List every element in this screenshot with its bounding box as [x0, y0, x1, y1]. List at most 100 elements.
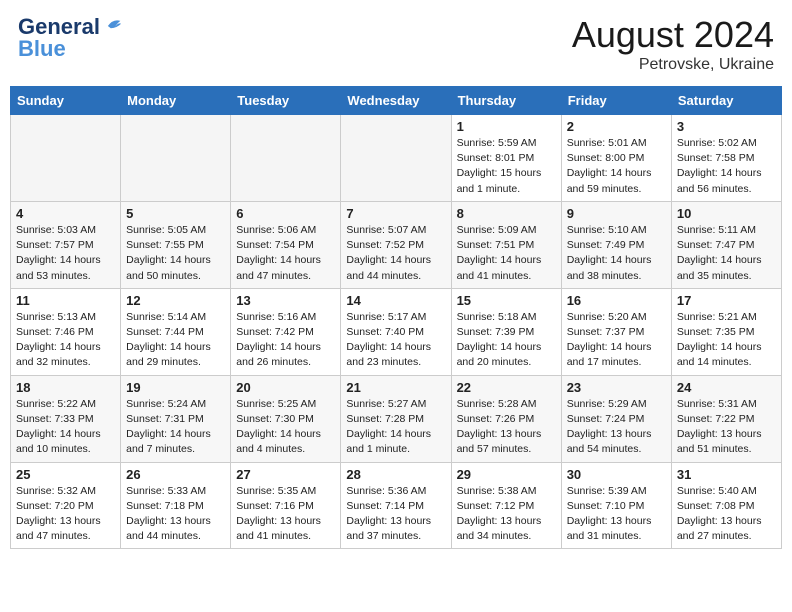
day-info: Sunrise: 5:59 AMSunset: 8:01 PMDaylight:… — [457, 136, 556, 197]
sunrise-text: Sunrise: 5:32 AM — [16, 485, 96, 497]
day-number: 30 — [567, 467, 666, 482]
day-number: 13 — [236, 293, 335, 308]
day-info: Sunrise: 5:38 AMSunset: 7:12 PMDaylight:… — [457, 484, 556, 545]
table-row: 18Sunrise: 5:22 AMSunset: 7:33 PMDayligh… — [11, 375, 121, 462]
sunset-text: Sunset: 7:08 PM — [677, 500, 755, 512]
day-info: Sunrise: 5:35 AMSunset: 7:16 PMDaylight:… — [236, 484, 335, 545]
day-number: 16 — [567, 293, 666, 308]
day-info: Sunrise: 5:27 AMSunset: 7:28 PMDaylight:… — [346, 397, 445, 458]
day-info: Sunrise: 5:06 AMSunset: 7:54 PMDaylight:… — [236, 223, 335, 284]
daylight-text: Daylight: 14 hours and 56 minutes. — [677, 167, 762, 194]
day-number: 4 — [16, 206, 115, 221]
day-info: Sunrise: 5:40 AMSunset: 7:08 PMDaylight:… — [677, 484, 776, 545]
page-header: General Blue August 2024 Petrovske, Ukra… — [10, 10, 782, 78]
sunset-text: Sunset: 7:39 PM — [457, 326, 535, 338]
daylight-text: Daylight: 14 hours and 17 minutes. — [567, 341, 652, 368]
sunset-text: Sunset: 7:49 PM — [567, 239, 645, 251]
day-number: 29 — [457, 467, 556, 482]
sunset-text: Sunset: 7:46 PM — [16, 326, 94, 338]
table-row — [231, 115, 341, 202]
sunset-text: Sunset: 7:55 PM — [126, 239, 204, 251]
table-row: 24Sunrise: 5:31 AMSunset: 7:22 PMDayligh… — [671, 375, 781, 462]
day-number: 1 — [457, 119, 556, 134]
table-row: 28Sunrise: 5:36 AMSunset: 7:14 PMDayligh… — [341, 462, 451, 549]
calendar-week-row: 11Sunrise: 5:13 AMSunset: 7:46 PMDayligh… — [11, 288, 782, 375]
day-info: Sunrise: 5:32 AMSunset: 7:20 PMDaylight:… — [16, 484, 115, 545]
day-info: Sunrise: 5:28 AMSunset: 7:26 PMDaylight:… — [457, 397, 556, 458]
day-number: 17 — [677, 293, 776, 308]
day-number: 5 — [126, 206, 225, 221]
table-row: 7Sunrise: 5:07 AMSunset: 7:52 PMDaylight… — [341, 201, 451, 288]
sunset-text: Sunset: 7:42 PM — [236, 326, 314, 338]
daylight-text: Daylight: 13 hours and 44 minutes. — [126, 515, 211, 542]
calendar-week-row: 18Sunrise: 5:22 AMSunset: 7:33 PMDayligh… — [11, 375, 782, 462]
sunrise-text: Sunrise: 5:38 AM — [457, 485, 537, 497]
sunset-text: Sunset: 7:30 PM — [236, 413, 314, 425]
table-row: 1 Sunrise: 5:59 AMSunset: 8:01 PMDaylight… — [451, 115, 561, 202]
sunrise-text: Sunrise: 5:39 AM — [567, 485, 647, 497]
calendar-table: Sunday Monday Tuesday Wednesday Thursday… — [10, 86, 782, 549]
table-row: 2 Sunrise: 5:01 AMSunset: 8:00 PMDaylight… — [561, 115, 671, 202]
table-row: 17Sunrise: 5:21 AMSunset: 7:35 PMDayligh… — [671, 288, 781, 375]
logo-blue-text: Blue — [18, 36, 66, 62]
sunrise-text: Sunrise: 5:22 AM — [16, 398, 96, 410]
day-info: Sunrise: 5:05 AMSunset: 7:55 PMDaylight:… — [126, 223, 225, 284]
sunrise-text: Sunrise: 5:13 AM — [16, 311, 96, 323]
day-info: Sunrise: 5:22 AMSunset: 7:33 PMDaylight:… — [16, 397, 115, 458]
day-info: Sunrise: 5:16 AMSunset: 7:42 PMDaylight:… — [236, 310, 335, 371]
day-number: 26 — [126, 467, 225, 482]
daylight-text: Daylight: 13 hours and 57 minutes. — [457, 428, 542, 455]
day-info: Sunrise: 5:29 AMSunset: 7:24 PMDaylight:… — [567, 397, 666, 458]
table-row: 11Sunrise: 5:13 AMSunset: 7:46 PMDayligh… — [11, 288, 121, 375]
table-row: 6Sunrise: 5:06 AMSunset: 7:54 PMDaylight… — [231, 201, 341, 288]
day-info: Sunrise: 5:03 AMSunset: 7:57 PMDaylight:… — [16, 223, 115, 284]
day-info: Sunrise: 5:10 AMSunset: 7:49 PMDaylight:… — [567, 223, 666, 284]
sunset-text: Sunset: 7:24 PM — [567, 413, 645, 425]
daylight-text: Daylight: 14 hours and 4 minutes. — [236, 428, 321, 455]
sunset-text: Sunset: 7:18 PM — [126, 500, 204, 512]
daylight-text: Daylight: 14 hours and 41 minutes. — [457, 254, 542, 281]
title-section: August 2024 Petrovske, Ukraine — [572, 14, 774, 74]
sunrise-text: Sunrise: 5:03 AM — [16, 224, 96, 236]
sunrise-text: Sunrise: 5:09 AM — [457, 224, 537, 236]
sunrise-text: Sunrise: 5:14 AM — [126, 311, 206, 323]
table-row: 10Sunrise: 5:11 AMSunset: 7:47 PMDayligh… — [671, 201, 781, 288]
sunrise-text: Sunrise: 5:20 AM — [567, 311, 647, 323]
header-friday: Friday — [561, 87, 671, 115]
day-info: Sunrise: 5:01 AMSunset: 8:00 PMDaylight:… — [567, 136, 666, 197]
sunrise-text: Sunrise: 5:18 AM — [457, 311, 537, 323]
table-row: 27Sunrise: 5:35 AMSunset: 7:16 PMDayligh… — [231, 462, 341, 549]
day-number: 10 — [677, 206, 776, 221]
logo-bird-icon — [102, 15, 124, 37]
sunrise-text: Sunrise: 5:16 AM — [236, 311, 316, 323]
header-monday: Monday — [121, 87, 231, 115]
sunset-text: Sunset: 7:40 PM — [346, 326, 424, 338]
table-row: 20Sunrise: 5:25 AMSunset: 7:30 PMDayligh… — [231, 375, 341, 462]
table-row: 26 Sunrise: 5:33 AMSunset: 7:18 PMDayligh… — [121, 462, 231, 549]
header-sunday: Sunday — [11, 87, 121, 115]
sunrise-text: Sunrise: 5:11 AM — [677, 224, 756, 236]
sunset-text: Sunset: 7:12 PM — [457, 500, 535, 512]
sunrise-text: Sunrise: 5:28 AM — [457, 398, 537, 410]
sunset-text: Sunset: 7:57 PM — [16, 239, 94, 251]
table-row: 15Sunrise: 5:18 AMSunset: 7:39 PMDayligh… — [451, 288, 561, 375]
location-subtitle: Petrovske, Ukraine — [572, 56, 774, 74]
logo: General Blue — [18, 14, 124, 62]
day-info: Sunrise: 5:33 AMSunset: 7:18 PMDaylight:… — [126, 484, 225, 545]
table-row: 21Sunrise: 5:27 AMSunset: 7:28 PMDayligh… — [341, 375, 451, 462]
sunrise-text: Sunrise: 5:07 AM — [346, 224, 426, 236]
sunrise-text: Sunrise: 5:05 AM — [126, 224, 206, 236]
sunrise-text: Sunrise: 5:59 AM — [457, 137, 537, 149]
sunrise-text: Sunrise: 5:06 AM — [236, 224, 316, 236]
table-row: 5Sunrise: 5:05 AMSunset: 7:55 PMDaylight… — [121, 201, 231, 288]
sunset-text: Sunset: 7:22 PM — [677, 413, 755, 425]
day-number: 19 — [126, 380, 225, 395]
day-number: 2 — [567, 119, 666, 134]
day-info: Sunrise: 5:09 AMSunset: 7:51 PMDaylight:… — [457, 223, 556, 284]
table-row: 8Sunrise: 5:09 AMSunset: 7:51 PMDaylight… — [451, 201, 561, 288]
table-row: 16Sunrise: 5:20 AMSunset: 7:37 PMDayligh… — [561, 288, 671, 375]
day-number: 3 — [677, 119, 776, 134]
header-wednesday: Wednesday — [341, 87, 451, 115]
sunset-text: Sunset: 7:52 PM — [346, 239, 424, 251]
daylight-text: Daylight: 13 hours and 31 minutes. — [567, 515, 652, 542]
